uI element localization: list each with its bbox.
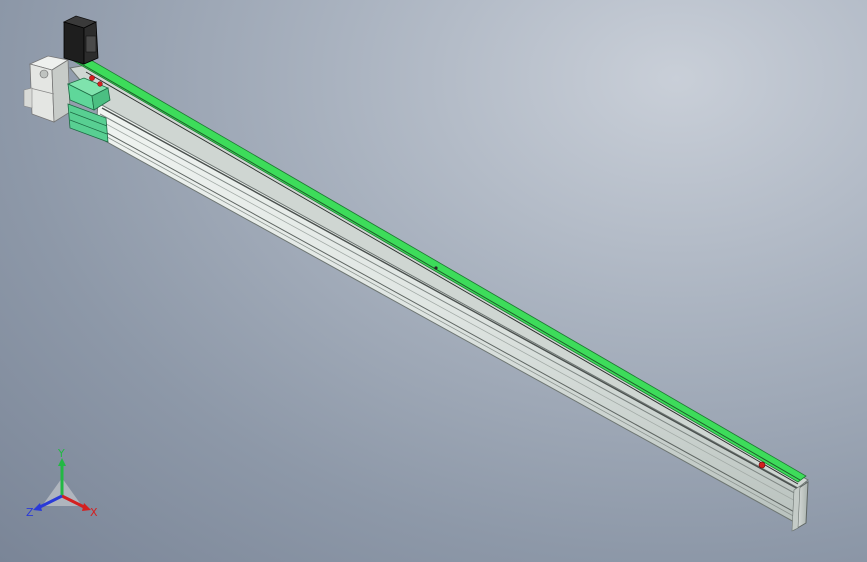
motor-connector [85, 35, 97, 53]
rail-groove-3 [98, 119, 800, 504]
home-marker-2[interactable] [97, 81, 103, 87]
z-axis-arrow [33, 503, 42, 511]
guide-strip-edge [77, 61, 801, 481]
guide-strip[interactable] [71, 55, 807, 483]
guide-strip-inner [85, 71, 799, 485]
rail-lower-groove [97, 127, 799, 515]
coupling-hole [39, 69, 49, 79]
left-housing-lower [23, 87, 33, 109]
y-axis-label: Y [57, 448, 65, 460]
end-limit-marker[interactable] [758, 461, 766, 469]
z-axis-label: Z [26, 506, 34, 519]
motor-front[interactable] [63, 21, 85, 65]
x-axis-label: X [90, 506, 98, 519]
rail-midpoint-mark [434, 266, 438, 270]
cad-viewport[interactable]: Y X Z [0, 0, 867, 562]
linear-module-model[interactable] [0, 0, 867, 562]
rail-groove-2 [99, 113, 801, 497]
rail-groove-1 [101, 107, 801, 491]
left-housing-side[interactable] [51, 59, 71, 123]
rail-lower-groove-2 [97, 131, 798, 519]
home-marker-1[interactable] [89, 75, 95, 81]
view-orientation-triad[interactable]: Y X Z [20, 448, 110, 523]
